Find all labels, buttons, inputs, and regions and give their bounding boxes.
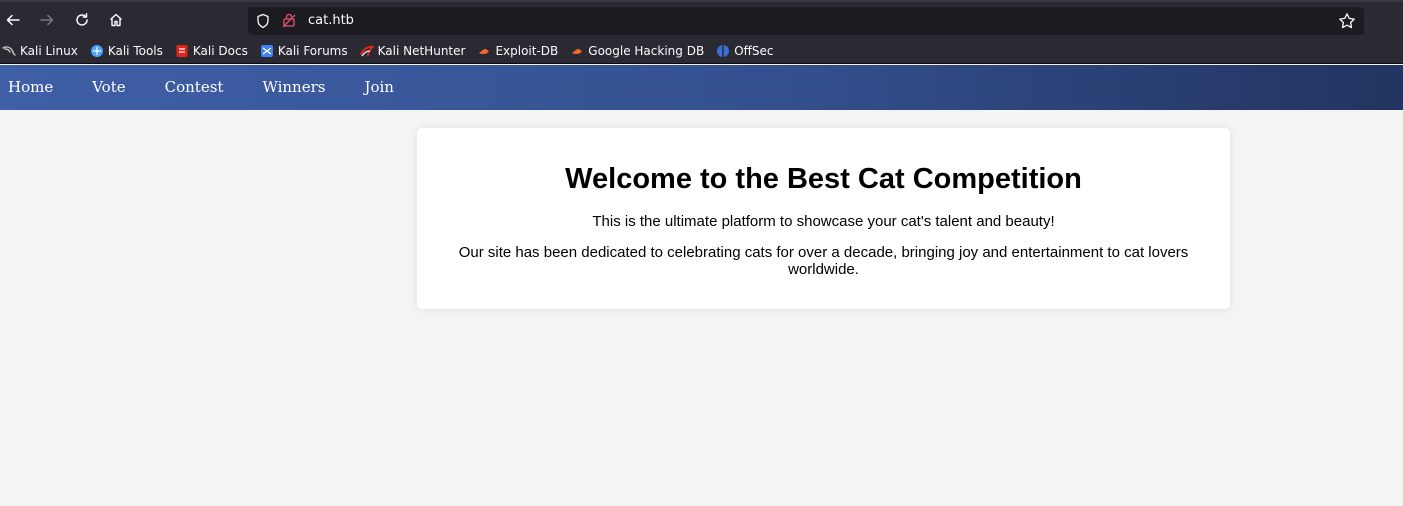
intro-text: This is the ultimate platform to showcas… <box>592 213 1055 230</box>
bookmark-label: Kali Forums <box>277 43 348 58</box>
home-icon <box>110 13 122 27</box>
reload-icon <box>76 13 88 26</box>
arrow-left-icon <box>6 14 20 26</box>
address-bar[interactable]: cat.htb <box>248 7 1364 35</box>
insecure-lock-icon[interactable] <box>281 12 297 28</box>
bookmark-exploit-db[interactable]: Exploit-DB <box>477 41 558 61</box>
reload-button[interactable] <box>70 8 94 32</box>
bookmark-label: OffSec <box>734 43 774 58</box>
forward-button[interactable] <box>35 8 59 32</box>
bookmark-star-icon[interactable] <box>1338 12 1356 30</box>
description-text: Our site has been dedicated to celebrati… <box>458 244 1189 278</box>
nav-join-link[interactable]: Join <box>364 65 394 110</box>
nav-home-link[interactable]: Home <box>8 65 53 110</box>
bookmark-label: Exploit-DB <box>495 43 559 58</box>
tracking-protection-shield-icon[interactable] <box>255 13 271 29</box>
arrow-right-icon <box>40 14 54 26</box>
browser-toolbar: cat.htb <box>0 0 1403 38</box>
exploit-db-icon <box>479 48 490 54</box>
offsec-icon <box>717 44 730 57</box>
bookmark-label: Kali Tools <box>107 43 163 58</box>
ghdb-icon <box>572 48 583 54</box>
bookmarks-toolbar: Kali Linux Kali Tools Kali Docs Kali For… <box>0 38 1403 64</box>
back-button[interactable] <box>1 8 25 32</box>
bookmark-label: Kali Linux <box>20 43 78 58</box>
bookmark-offsec[interactable]: OffSec <box>716 41 774 61</box>
kali-docs-icon <box>176 44 188 57</box>
bookmark-label: Google Hacking DB <box>588 43 705 58</box>
kali-tools-icon <box>90 44 103 57</box>
bookmark-google-hacking-db[interactable]: Google Hacking DB <box>570 41 704 61</box>
nav-contest-link[interactable]: Contest <box>165 65 224 110</box>
bookmark-label: Kali NetHunter <box>377 43 466 58</box>
bookmark-kali-forums[interactable]: Kali Forums <box>260 41 348 61</box>
kali-dragon-icon <box>2 45 16 56</box>
bookmark-kali-tools[interactable]: Kali Tools <box>90 41 163 61</box>
kali-forums-icon <box>260 44 273 57</box>
nav-vote-link[interactable]: Vote <box>92 65 125 110</box>
bookmark-kali-nethunter[interactable]: Kali NetHunter <box>359 41 466 61</box>
site-navbar: Home Vote Contest Winners Join <box>0 65 1403 110</box>
kali-nethunter-icon <box>359 45 374 56</box>
page-title: Welcome to the Best Cat Competition <box>565 163 1082 195</box>
welcome-card: Welcome to the Best Cat Competition This… <box>417 128 1230 309</box>
home-button[interactable] <box>104 8 128 32</box>
bookmark-kali-docs[interactable]: Kali Docs <box>175 41 248 61</box>
nav-winners-link[interactable]: Winners <box>262 65 325 110</box>
url-text[interactable]: cat.htb <box>308 13 354 29</box>
bookmark-kali-linux[interactable]: Kali Linux <box>2 41 78 61</box>
bookmark-label: Kali Docs <box>192 43 248 58</box>
